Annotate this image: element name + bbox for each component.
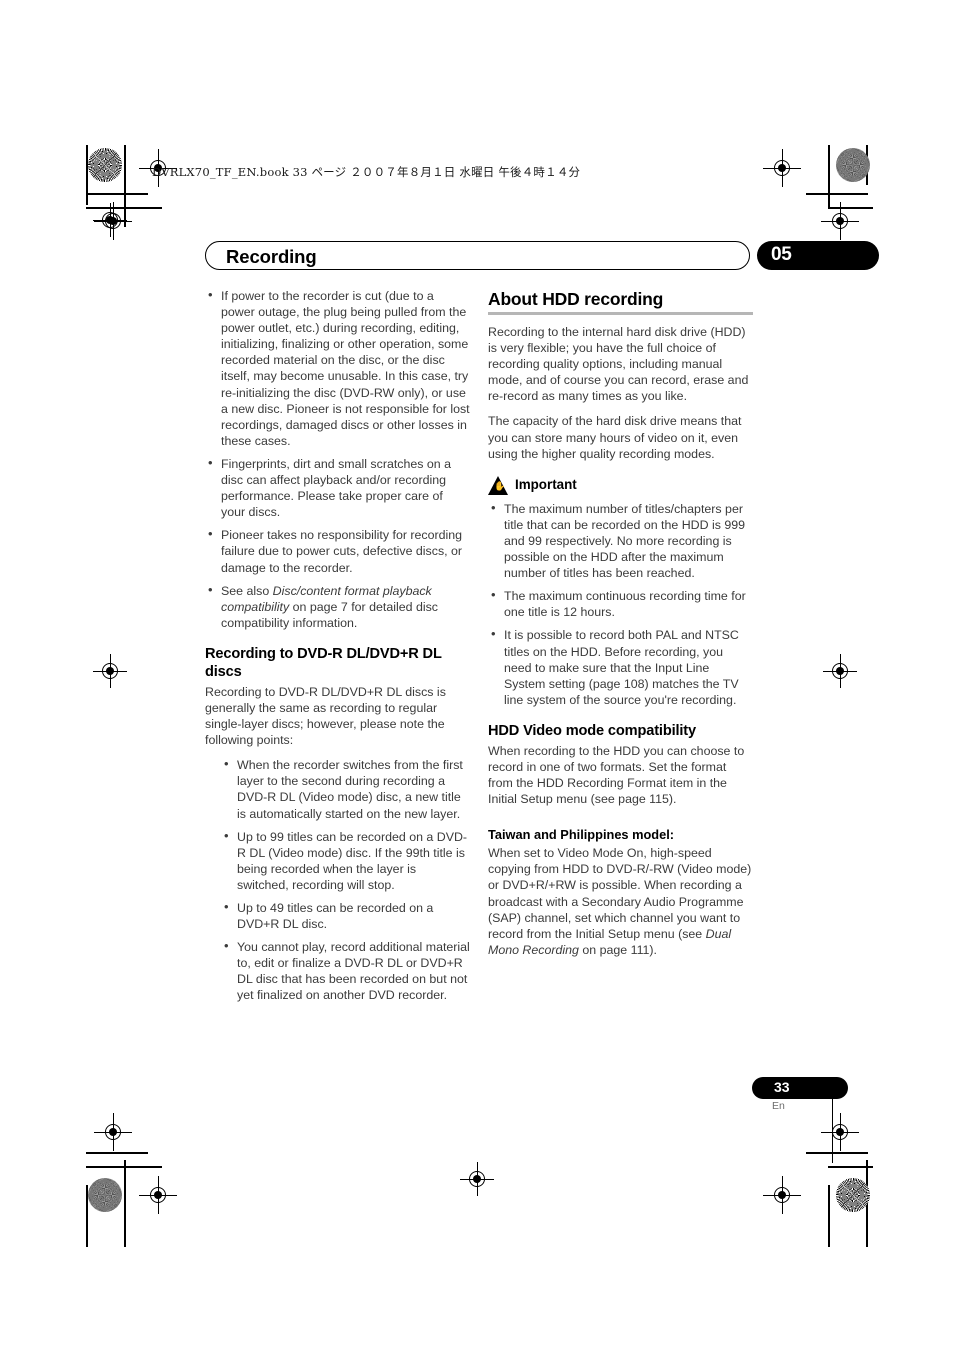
registration-mark xyxy=(763,1176,801,1214)
dl-notes-list: When the recorder switches from the firs… xyxy=(205,756,470,1003)
taiwan-paragraph: When set to Video Mode On, high-speed co… xyxy=(488,845,753,958)
chapter-title-text: Recording xyxy=(226,246,317,267)
book-file-header: DVRLX70_TF_EN.book 33 ページ ２００７年８月１日 水曜日 … xyxy=(152,165,581,179)
chapter-number-badge: 05 xyxy=(757,241,879,270)
chapter-title-bar: Recording xyxy=(205,241,750,270)
registration-mark xyxy=(821,202,859,240)
section-heading-dl-discs: Recording to DVD-R DL/DVD+R DL discs xyxy=(205,645,442,680)
registration-mark-center-bottom xyxy=(460,1162,494,1196)
list-item-see-also: See also Disc/content format playback co… xyxy=(205,582,470,631)
chapter-number-text: 05 xyxy=(771,244,792,265)
page-number-text: 33 xyxy=(774,1079,790,1095)
important-label: Important xyxy=(515,477,577,493)
registration-mark-right-middle xyxy=(823,654,857,688)
heading-rule xyxy=(488,312,753,315)
list-item: Pioneer takes no responsibility for reco… xyxy=(205,526,470,575)
dl-intro-paragraph: Recording to DVD-R DL/DVD+R DL discs is … xyxy=(205,684,446,748)
important-heading: ✋ Important xyxy=(488,475,753,495)
registration-mark xyxy=(94,1113,132,1151)
footer-rule xyxy=(832,1093,834,1163)
section-heading-about-hdd: About HDD recording xyxy=(488,289,664,309)
registration-starburst-icon xyxy=(836,148,870,182)
list-item: Fingerprints, dirt and small scratches o… xyxy=(205,455,470,520)
video-mode-paragraph: When recording to the HDD you can choose… xyxy=(488,743,745,807)
hdd-paragraph-2: The capacity of the hard disk drive mean… xyxy=(488,414,742,461)
registration-starburst-icon xyxy=(88,148,122,182)
warning-triangle-icon: ✋ xyxy=(488,475,509,495)
list-item: The maximum number of titles/chapters pe… xyxy=(488,500,753,581)
list-item: The maximum continuous recording time fo… xyxy=(488,587,753,620)
page-number-badge: 33 xyxy=(752,1077,848,1099)
list-item: It is possible to record both PAL and NT… xyxy=(488,626,753,707)
taiwan-tail: on page 111). xyxy=(578,942,657,957)
hdd-paragraph-1: Recording to the internal hard disk driv… xyxy=(488,325,749,404)
right-column: About HDD recording Recording to the int… xyxy=(488,288,753,967)
recording-notes-list: If power to the recorder is cut (due to … xyxy=(205,287,470,631)
section-heading-video-mode-compat: HDD Video mode compatibility xyxy=(488,722,696,739)
registration-mark xyxy=(763,149,801,187)
list-item: You cannot play, record additional mater… xyxy=(221,938,470,1003)
list-item: If power to the recorder is cut (due to … xyxy=(205,287,470,449)
list-item: When the recorder switches from the firs… xyxy=(221,756,470,821)
subheading-taiwan-philippines: Taiwan and Philippines model: xyxy=(488,827,675,843)
see-also-lead: See also xyxy=(221,583,273,598)
registration-mark-left-edge xyxy=(93,203,127,237)
page-language-label: En xyxy=(772,1100,785,1112)
registration-starburst-icon xyxy=(88,1178,122,1212)
registration-mark-left-middle xyxy=(93,654,127,688)
important-list: The maximum number of titles/chapters pe… xyxy=(488,500,753,708)
list-item: Up to 49 titles can be recorded on a DVD… xyxy=(221,899,470,932)
registration-mark xyxy=(821,1113,859,1151)
registration-mark xyxy=(139,1176,177,1214)
manual-page: DVRLX70_TF_EN.book 33 ページ ２００７年８月１日 水曜日 … xyxy=(0,0,954,1350)
left-column: If power to the recorder is cut (due to … xyxy=(205,287,470,1013)
list-item: Up to 99 titles can be recorded on a DVD… xyxy=(221,828,470,893)
registration-starburst-icon xyxy=(836,1178,870,1212)
